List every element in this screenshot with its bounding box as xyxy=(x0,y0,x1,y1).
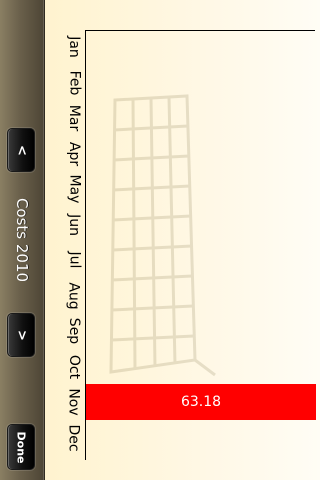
tick-label-mar: Mar xyxy=(60,101,88,135)
tick-label-text: Aug xyxy=(66,281,82,310)
tick-label-jul: Jul xyxy=(60,243,88,277)
tick-label-text: Dec xyxy=(66,423,82,452)
tick-label-text: Jul xyxy=(66,251,82,269)
tick-label-sep: Sep xyxy=(60,314,88,348)
tick-label-nov: Nov xyxy=(60,385,88,419)
tick-label-aug: Aug xyxy=(60,279,88,313)
tick-label-jun: Jun xyxy=(60,208,88,242)
tick-label-oct: Oct xyxy=(60,350,88,384)
page-title: Costs 2010 xyxy=(4,190,40,290)
tick-label-feb: Feb xyxy=(60,66,88,100)
previous-button[interactable]: < xyxy=(7,128,35,172)
tick-label-text: Feb xyxy=(65,70,82,95)
tick-label-may: May xyxy=(60,172,88,206)
tick-label-text: Sep xyxy=(65,317,82,345)
next-button[interactable]: > xyxy=(7,313,35,357)
tick-label-text: Nov xyxy=(65,388,82,416)
tick-label-text: Apr xyxy=(65,141,82,166)
tick-label-dec: Dec xyxy=(60,421,88,455)
data-label-nov: 63.18 xyxy=(180,394,222,410)
page-title-text: Costs 2010 xyxy=(13,197,32,283)
tick-label-text: Mar xyxy=(65,104,82,132)
done-button[interactable]: Done xyxy=(7,424,35,470)
previous-button-label: < xyxy=(13,144,29,156)
tick-label-text: Jun xyxy=(66,213,82,236)
grid-watermark-icon xyxy=(109,94,216,377)
chart-axis-top xyxy=(85,30,315,31)
tick-label-text: May xyxy=(66,174,83,204)
toolbar: < Costs 2010 > Done xyxy=(0,0,45,480)
tick-label-text: Jan xyxy=(66,36,82,58)
tick-label-jan: Jan xyxy=(60,30,88,64)
tick-label-apr: Apr xyxy=(60,137,88,171)
tick-label-text: Oct xyxy=(66,354,82,379)
next-button-label: > xyxy=(13,329,29,341)
done-button-label: Done xyxy=(14,431,28,463)
